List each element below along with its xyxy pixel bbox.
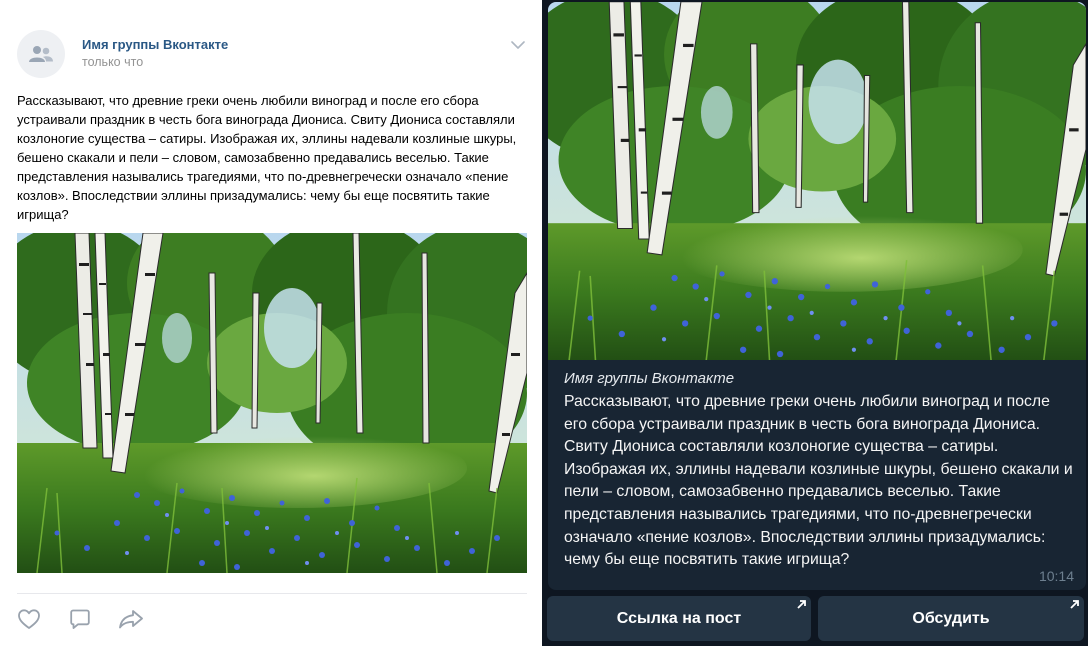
discuss-button[interactable]: Обсудить (818, 596, 1084, 641)
forest-photo (17, 233, 527, 573)
share-button[interactable] (117, 605, 145, 633)
post-photo[interactable] (17, 233, 527, 573)
vk-post-card: Имя группы Вконтакте только что Рассказы… (0, 0, 542, 646)
like-button[interactable] (15, 605, 43, 633)
divider (17, 593, 527, 594)
message-text: Рассказывают, что древние греки очень лю… (564, 393, 1073, 569)
community-icon (29, 46, 53, 62)
group-name-link[interactable]: Имя группы Вконтакте (82, 37, 228, 52)
comment-button[interactable] (66, 605, 94, 633)
group-avatar[interactable] (17, 30, 65, 78)
heart-icon (18, 609, 40, 629)
post-timestamp[interactable]: только что (82, 55, 143, 69)
telegram-preview-panel: Имя группы Вконтакте Рассказывают, что д… (542, 0, 1088, 646)
share-icon (119, 610, 143, 629)
comment-icon (70, 609, 90, 629)
post-menu-button[interactable] (508, 38, 528, 52)
button-label: Ссылка на пост (616, 609, 742, 627)
chevron-down-icon (511, 41, 525, 49)
message-bubble: Имя группы Вконтакте Рассказывают, что д… (548, 2, 1086, 590)
message-time: 10:14 (1038, 568, 1074, 584)
message-author: Имя группы Вконтакте (564, 370, 735, 387)
external-arrow-icon (797, 600, 806, 609)
post-text: Рассказывают, что древние греки очень лю… (17, 93, 517, 222)
forest-photo (548, 2, 1086, 360)
post-link-button[interactable]: Ссылка на пост (547, 596, 811, 641)
external-arrow-icon (1070, 600, 1079, 609)
message-photo[interactable] (548, 2, 1086, 360)
button-label: Обсудить (912, 609, 990, 627)
